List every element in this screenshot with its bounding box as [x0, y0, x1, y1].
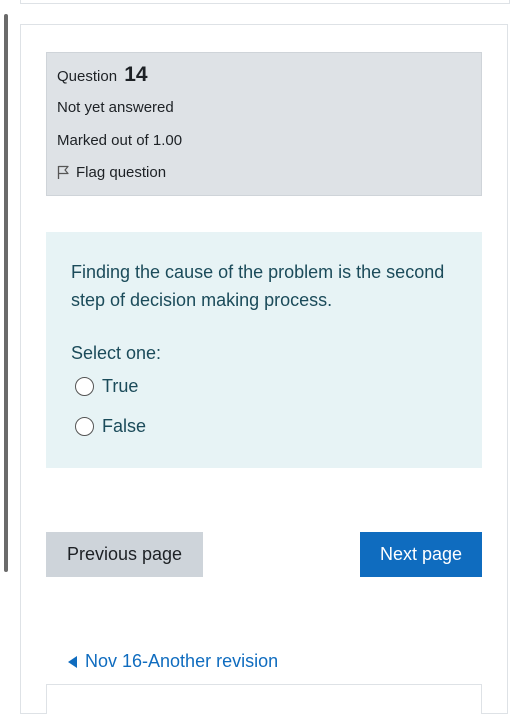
question-heading: Question 14 [57, 63, 148, 87]
question-state: Not yet answered [57, 99, 174, 116]
flag-question-button[interactable]: Flag question [57, 164, 166, 181]
answer-option-false[interactable]: False [75, 416, 146, 437]
answer-prompt: Select one: [71, 343, 162, 363]
question-info-panel: Question 14 Not yet answered Marked out … [46, 52, 482, 196]
next-page-button[interactable]: Next page [360, 532, 482, 577]
activity-link[interactable]: Nov 16-Another revision [68, 651, 278, 672]
question-number: 14 [124, 63, 148, 86]
question-grade: Marked out of 1.00 [57, 132, 183, 149]
question-formulation: Finding the cause of the problem is the … [46, 232, 482, 468]
answer-option-label: False [102, 416, 147, 436]
jump-to-select[interactable] [46, 684, 482, 714]
previous-page-button[interactable]: Previous page [46, 532, 203, 577]
radio-true[interactable] [75, 377, 94, 396]
question-label: Question [57, 68, 118, 85]
caret-left-icon [68, 655, 77, 668]
question-text: Finding the cause of the problem is the … [71, 262, 445, 310]
flag-question-label: Flag question [76, 164, 167, 181]
radio-false[interactable] [75, 417, 94, 436]
answer-option-true[interactable]: True [75, 376, 138, 397]
flag-icon [57, 165, 69, 179]
activity-link-label: Nov 16-Another revision [85, 651, 279, 671]
previous-card-edge [20, 0, 510, 4]
answer-option-label: True [102, 376, 139, 396]
left-scroll-indicator [4, 14, 8, 572]
